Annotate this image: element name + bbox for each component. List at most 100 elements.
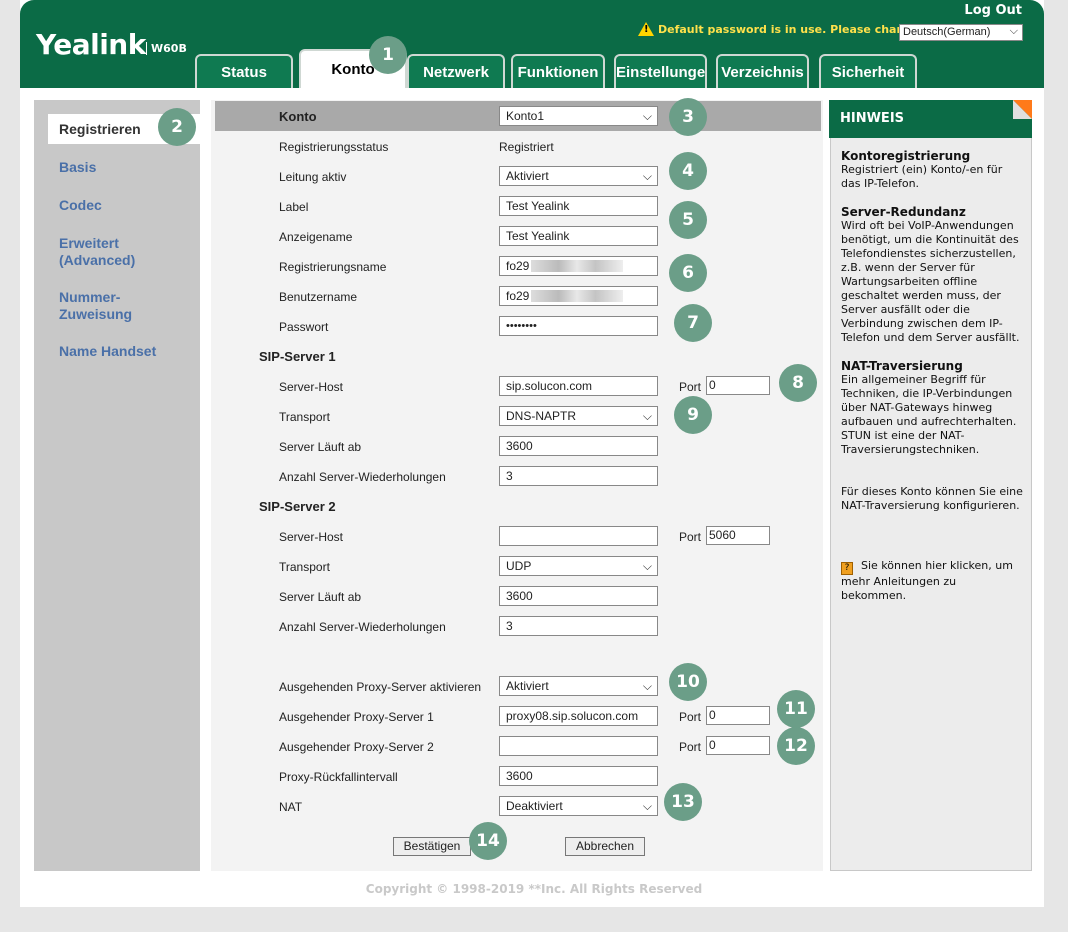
default-password-warning[interactable]: Default password is in use. Please chang… — [638, 22, 925, 36]
hint-kontoregistrierung: Kontoregistrierung Registriert (ein) Kon… — [841, 149, 1023, 191]
anzeigename-label: Anzeigename — [279, 230, 353, 244]
sip1-port-label: Port — [679, 380, 702, 394]
yealink-logo: Yealink — [36, 28, 146, 61]
hint-heading: Server-Redundanz — [841, 205, 966, 219]
tab-verzeichnis[interactable]: Verzeichnis — [716, 54, 809, 88]
sip2-expire-input[interactable]: 3600 — [499, 586, 658, 606]
sidebar-item-registrieren[interactable]: Registrieren — [59, 121, 141, 138]
sip1-expire-label: Server Läuft ab — [279, 440, 362, 454]
step-badge-9: 9 — [674, 396, 712, 434]
proxy1-input[interactable]: proxy08.sip.solucon.com — [499, 706, 658, 726]
language-select[interactable]: Deutsch(German) — [899, 24, 1023, 41]
nat-label: NAT — [279, 800, 303, 814]
regname-label: Registrierungsname — [279, 260, 387, 274]
sip2-expire-label: Server Läuft ab — [279, 590, 362, 604]
tab-einstellungen[interactable]: Einstellungen — [614, 54, 707, 88]
sip2-section-title: SIP-Server 2 — [259, 499, 336, 514]
step-badge-3: 3 — [669, 98, 707, 136]
sip2-transport-label: Transport — [279, 560, 330, 574]
sidebar-item-erweitert[interactable]: Erweitert (Advanced) — [59, 235, 135, 269]
hint-nat-traversierung: NAT-Traversierung Ein allgemeiner Begrif… — [841, 359, 1023, 457]
sip1-retry-input[interactable]: 3 — [499, 466, 658, 486]
hint-text: Wird oft bei VoIP-Anwendungen benötigt, … — [841, 219, 1020, 344]
leitung-select[interactable]: Aktiviert — [499, 166, 658, 186]
proxy2-input[interactable] — [499, 736, 658, 756]
step-badge-11: 11 — [777, 690, 815, 728]
sidebar: Registrieren Basis Codec Erweitert (Adva… — [34, 100, 200, 871]
confirm-button[interactable]: Bestätigen — [393, 837, 471, 856]
logout-link[interactable]: Log Out — [964, 3, 1022, 18]
hint-text: Registriert (ein) Konto/-en für das IP-T… — [841, 163, 1003, 190]
step-badge-4: 4 — [669, 152, 707, 190]
sip2-port-label: Port — [679, 530, 702, 544]
warning-icon — [638, 22, 654, 36]
tab-funktionen[interactable]: Funktionen — [511, 54, 605, 88]
step-badge-2: 2 — [158, 108, 196, 146]
sip2-host-input[interactable] — [499, 526, 658, 546]
passwort-input[interactable]: •••••••• — [499, 316, 658, 336]
fallback-input[interactable]: 3600 — [499, 766, 658, 786]
step-badge-7: 7 — [674, 304, 712, 342]
anzeigename-input[interactable]: Test Yealink — [499, 226, 658, 246]
tab-sicherheit[interactable]: Sicherheit — [819, 54, 917, 88]
leitung-label: Leitung aktiv — [279, 170, 347, 184]
sip1-transport-select[interactable]: DNS-NAPTR — [499, 406, 658, 426]
passwort-label: Passwort — [279, 320, 329, 334]
sip1-port-input[interactable]: 0 — [706, 376, 770, 395]
sip2-host-label: Server-Host — [279, 530, 344, 544]
copyright-footer: Copyright © 1998-2019 **Inc. All Rights … — [365, 882, 703, 896]
hint-title: HINWEIS — [829, 100, 1032, 138]
sidebar-item-codec[interactable]: Codec — [59, 197, 102, 214]
help-book-icon[interactable]: ? — [841, 562, 853, 575]
step-badge-6: 6 — [669, 254, 707, 292]
konto-select[interactable]: Konto1 — [499, 106, 658, 126]
model-label: W60B — [146, 42, 187, 55]
step-badge-12: 12 — [777, 727, 815, 765]
step-badge-14: 14 — [469, 822, 507, 860]
nat-select[interactable]: Deaktiviert — [499, 796, 658, 816]
warning-text: Default password is in use. Please chang… — [658, 22, 925, 36]
proxy2-port-input[interactable]: 0 — [706, 736, 770, 755]
sip1-host-label: Server-Host — [279, 380, 344, 394]
hint-nat-konto: Für dieses Konto können Sie eine NAT-Tra… — [841, 485, 1023, 512]
redacted-blur — [531, 290, 624, 302]
label-input[interactable]: Test Yealink — [499, 196, 658, 216]
hint-heading: NAT-Traversierung — [841, 359, 963, 373]
benutzer-input[interactable]: fo29 — [499, 286, 658, 306]
sip1-expire-input[interactable]: 3600 — [499, 436, 658, 456]
hint-server-redundanz: Server-Redundanz Wird oft bei VoIP-Anwen… — [841, 205, 1023, 345]
sip1-retry-label: Anzahl Server-Wiederholungen — [279, 470, 446, 484]
sidebar-item-nummer-zuweisung[interactable]: Nummer- Zuweisung — [59, 289, 132, 323]
hint-help-text[interactable]: Sie können hier klicken, um mehr Anleitu… — [841, 559, 1013, 602]
sip2-retry-input[interactable]: 3 — [499, 616, 658, 636]
sip1-transport-label: Transport — [279, 410, 330, 424]
regname-value: fo29 — [506, 259, 530, 273]
proxy2-label: Ausgehender Proxy-Server 2 — [279, 740, 434, 754]
hint-text: Ein allgemeiner Begriff für Techniken, d… — [841, 373, 1017, 456]
cancel-button[interactable]: Abbrechen — [565, 837, 645, 856]
konto-label: Konto — [279, 109, 317, 124]
tab-status[interactable]: Status — [195, 54, 293, 88]
hint-help-link[interactable]: ? Sie können hier klicken, um mehr Anleit… — [841, 559, 1023, 603]
proxy1-port-input[interactable]: 0 — [706, 706, 770, 725]
redacted-blur — [531, 260, 624, 272]
sip2-transport-select[interactable]: UDP — [499, 556, 658, 576]
label-label: Label — [279, 200, 309, 214]
benutzer-label: Benutzername — [279, 290, 358, 304]
proxy1-label: Ausgehender Proxy-Server 1 — [279, 710, 434, 724]
step-badge-8: 8 — [779, 364, 817, 402]
sip1-section-title: SIP-Server 1 — [259, 349, 336, 364]
reg-status-value: Registriert — [499, 140, 554, 154]
tab-netzwerk[interactable]: Netzwerk — [407, 54, 505, 88]
sip2-port-input[interactable]: 5060 — [706, 526, 770, 545]
regname-input[interactable]: fo29 — [499, 256, 658, 276]
sidebar-item-name-handset[interactable]: Name Handset — [59, 343, 156, 360]
step-badge-13: 13 — [664, 783, 702, 821]
fallback-label: Proxy-Rückfallintervall — [279, 770, 398, 784]
corner-fold-icon — [1013, 100, 1032, 119]
step-badge-1: 1 — [369, 36, 407, 74]
sidebar-item-basis[interactable]: Basis — [59, 159, 96, 176]
sip1-host-input[interactable]: sip.solucon.com — [499, 376, 658, 396]
proxy-enable-select[interactable]: Aktiviert — [499, 676, 658, 696]
step-badge-5: 5 — [669, 201, 707, 239]
